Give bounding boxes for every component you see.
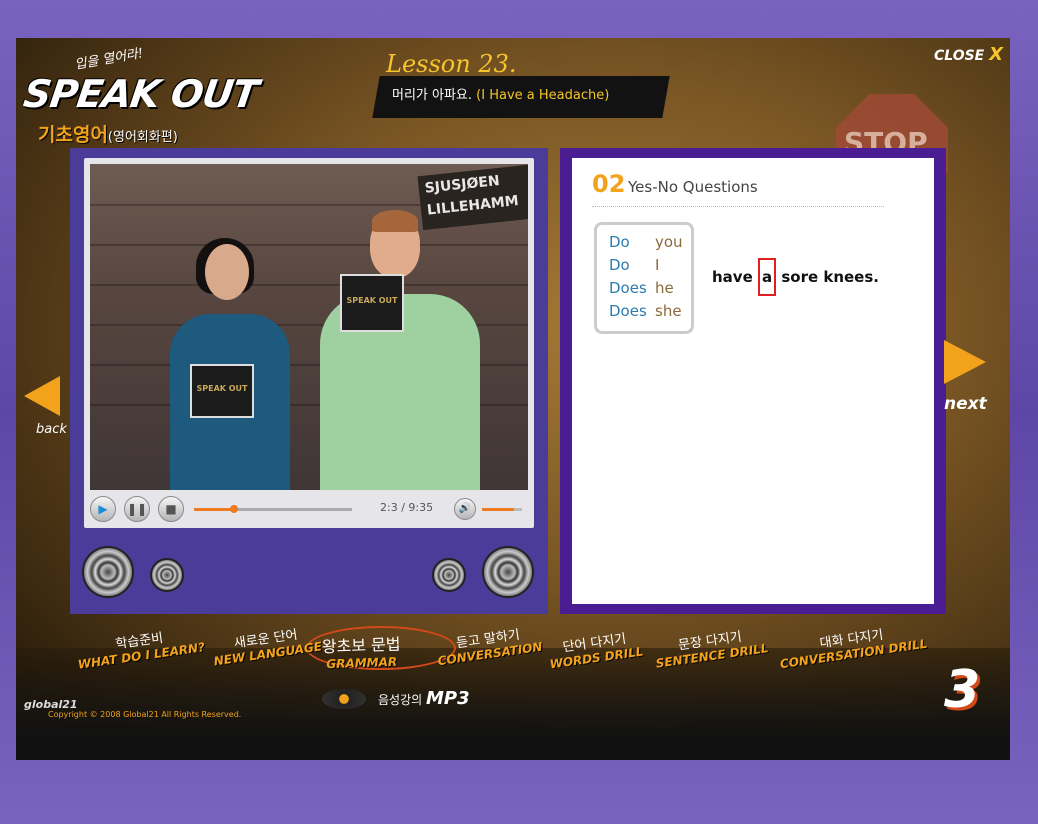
pronoun: he	[655, 279, 674, 297]
menu-label-en: GRAMMAR	[326, 654, 398, 672]
footer-copyright: Copyright © 2008 Global21 All Rights Res…	[48, 710, 242, 719]
volume-fill	[482, 508, 514, 511]
section-number: 02	[592, 170, 626, 198]
aux-verb: Does	[609, 302, 647, 320]
magazine: SPEAK OUT	[190, 364, 254, 418]
next-arrow-icon[interactable]	[944, 340, 986, 384]
logo-subtitle-main: 기초영어	[38, 124, 108, 146]
subject-box: Do you Do I Does he Does she	[594, 222, 694, 334]
presenter-woman: SPEAK OUT	[150, 238, 290, 490]
pronoun: she	[655, 302, 682, 320]
section-title: Yes-No Questions	[628, 178, 758, 196]
speaker-large-right	[482, 546, 534, 598]
highlighted-article: a	[757, 258, 777, 296]
speaker-icon: 🔊	[458, 503, 472, 514]
sentence-start: have	[712, 268, 758, 286]
menu-label-ko: 왕초보 문법	[321, 634, 401, 657]
back-arrow-icon[interactable]	[24, 376, 60, 416]
logo-tagline: 입을 열어라!	[73, 46, 145, 73]
pause-icon: ❚❚	[126, 502, 148, 516]
lesson-stage: STOP 입을 열어라! SPEAK OUT 기초영어(영어회화편) Lesso…	[16, 38, 1010, 760]
progress-fill	[194, 508, 234, 511]
volume-slider[interactable]	[482, 508, 522, 511]
back-button[interactable]: back	[36, 422, 67, 437]
lesson-panel: 02 Yes-No Questions Do you Do I Does he …	[560, 148, 946, 614]
aux-verb: Do	[609, 233, 630, 251]
aux-verb: Does	[609, 279, 647, 297]
video-panel: SJUSJØEN LILLEHAMM SPEAK OUT SPEAK OUT ▶…	[70, 148, 548, 614]
example-sentence: have a sore knees.	[712, 258, 879, 296]
mp3-disc-icon[interactable]	[322, 689, 366, 709]
menu-grammar[interactable]: 왕초보 문법 GRAMMAR	[321, 631, 401, 672]
lesson-title-en: (I Have a Headache)	[476, 88, 610, 103]
next-button[interactable]: next	[944, 394, 987, 414]
stop-icon: ■	[165, 502, 177, 516]
pause-button[interactable]: ❚❚	[124, 496, 150, 522]
bottom-menu-band	[16, 648, 1010, 760]
video-screen[interactable]: SJUSJØEN LILLEHAMM SPEAK OUT SPEAK OUT	[90, 164, 528, 490]
magazine: SPEAK OUT	[340, 274, 404, 332]
pronoun: you	[655, 233, 683, 251]
mp3-label-ko: 음성강의	[378, 693, 423, 707]
progress-handle[interactable]	[229, 505, 238, 513]
lesson-content: 02 Yes-No Questions Do you Do I Does he …	[572, 158, 934, 604]
player-controls: ▶ ❚❚ ■ 2:3 / 9:35 🔊	[90, 494, 528, 524]
aux-verb: Do	[609, 256, 630, 274]
logo: SPEAK OUT	[20, 72, 261, 116]
volume-button[interactable]: 🔊	[454, 498, 476, 520]
speaker-large-left	[82, 546, 134, 598]
close-label: CLOSE	[934, 48, 985, 64]
speaker-small-right	[432, 558, 466, 592]
mp3-label-en: MP3	[426, 688, 470, 709]
lesson-title: 머리가 아파요. (I Have a Headache)	[392, 84, 609, 103]
lesson-title-ko: 머리가 아파요.	[392, 88, 473, 103]
pronoun: I	[655, 256, 660, 274]
play-icon: ▶	[98, 502, 108, 516]
sentence-end: sore knees.	[776, 268, 879, 286]
page-number: 3	[944, 660, 981, 720]
play-button[interactable]: ▶	[90, 496, 116, 522]
presenter-woman-face	[205, 244, 249, 300]
section-divider	[592, 206, 884, 207]
speaker-small-left	[150, 558, 184, 592]
lesson-number: Lesson 23.	[386, 50, 517, 78]
stop-button[interactable]: ■	[158, 496, 184, 522]
logo-subtitle: 기초영어(영어회화편)	[38, 120, 178, 147]
presenter-man	[300, 210, 480, 490]
time-readout: 2:3 / 9:35	[380, 501, 434, 514]
logo-subtitle-paren: (영어회화편)	[107, 130, 178, 145]
video-player: SJUSJØEN LILLEHAMM SPEAK OUT SPEAK OUT ▶…	[84, 158, 534, 528]
presenter-man-hair	[372, 210, 418, 232]
close-button[interactable]: CLOSE X	[934, 44, 1003, 65]
close-icon: X	[989, 44, 1004, 65]
progress-bar[interactable]	[194, 505, 352, 513]
mp3-button[interactable]: 음성강의 MP3	[378, 688, 470, 709]
